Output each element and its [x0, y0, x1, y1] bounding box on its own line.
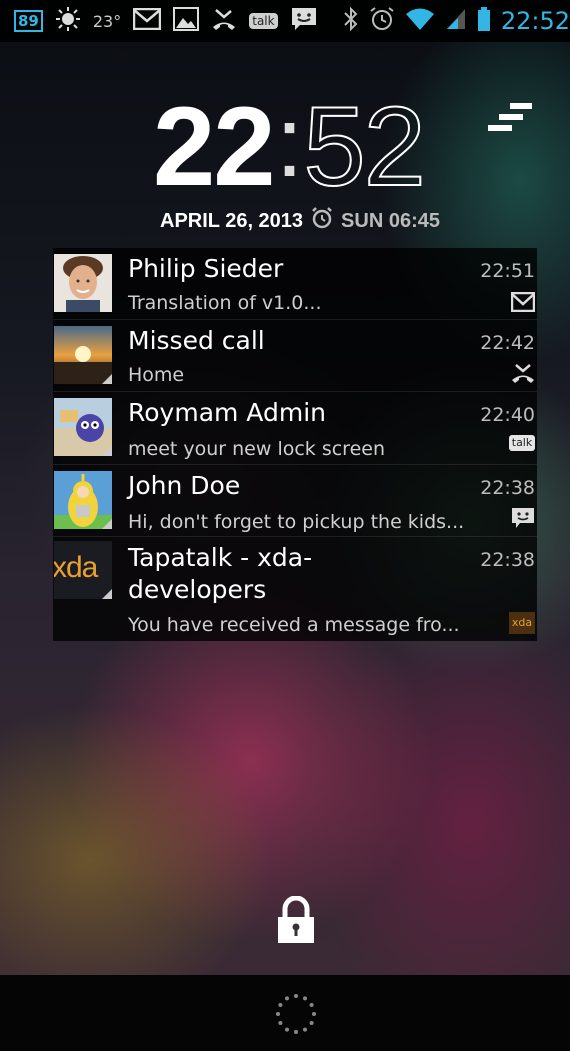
notification-item[interactable]: xda Tapatalk - xda- developers You have … [53, 537, 537, 641]
date-row: APRIL 26, 2013 SUN 06:45 [160, 207, 440, 235]
date-label: APRIL 26, 2013 [160, 209, 304, 232]
tapatalk-icon: xda [509, 612, 535, 634]
clock-minutes: 52 [302, 84, 427, 209]
contact-avatar [54, 326, 112, 384]
next-alarm-label: SUN 06:45 [341, 209, 440, 232]
contact-avatar [54, 254, 112, 312]
notification-subtitle: Translation of v1.0... [128, 292, 322, 314]
notification-subtitle: Home [128, 364, 185, 386]
notification-time: 22:51 [480, 260, 535, 282]
notification-subtitle: You have received a message fro... [128, 614, 460, 636]
menu-icon[interactable] [488, 103, 532, 137]
alarm-icon [369, 6, 395, 36]
notification-item[interactable]: Missed call Home 22:42 [53, 320, 537, 392]
notification-time: 22:38 [480, 549, 535, 571]
notification-item[interactable]: John Doe Hi, don't forget to pickup the … [53, 465, 537, 537]
xda-avatar: xda [54, 541, 112, 599]
lockscreen-clock: 22 : 52 [153, 84, 427, 209]
temperature-label: 23° [92, 11, 122, 31]
notification-title-line2: developers [128, 575, 267, 604]
wifi-icon [405, 7, 435, 35]
notification-subtitle: meet your new lock screen [128, 438, 386, 460]
padlock-icon[interactable] [277, 895, 315, 944]
notification-title: Philip Sieder [128, 254, 284, 283]
notification-time: 22:38 [480, 477, 535, 499]
clock-colon: : [275, 86, 304, 198]
notification-title-line1: Tapatalk - xda- [128, 543, 313, 572]
missed-call-icon [211, 7, 237, 35]
signal-icon [445, 7, 467, 35]
contact-avatar [54, 471, 112, 529]
notification-subtitle: Hi, don't forget to pickup the kids... [128, 511, 465, 533]
notification-list: Philip Sieder Translation of v1.0... 22:… [53, 248, 537, 641]
battery-percent-icon: 89 [14, 10, 43, 32]
status-bar-time: 22:52 [500, 7, 570, 35]
notification-title: John Doe [128, 471, 241, 500]
sms-icon [290, 6, 318, 36]
talk-icon: talk [249, 13, 278, 29]
bluetooth-icon [343, 6, 359, 36]
gallery-icon [173, 7, 200, 35]
contact-avatar [54, 398, 112, 456]
notification-item[interactable]: Philip Sieder Translation of v1.0... 22:… [53, 248, 537, 320]
notification-title: Roymam Admin [128, 398, 326, 427]
talk-icon: talk [509, 435, 535, 457]
alarm-clock-icon [311, 207, 333, 235]
gmail-icon [132, 7, 162, 34]
loading-spinner-icon [274, 992, 318, 1036]
missed-call-icon [511, 362, 535, 384]
status-bar[interactable]: 89 23° talk 22:52 [0, 0, 570, 42]
weather-icon [55, 6, 81, 36]
notification-time: 22:40 [480, 404, 535, 426]
sms-icon [511, 507, 535, 529]
gmail-icon [510, 291, 536, 314]
notification-item[interactable]: Roymam Admin meet your new lock screen 2… [53, 392, 537, 465]
battery-icon [477, 6, 491, 36]
notification-time: 22:42 [480, 332, 535, 354]
clock-hours: 22 [153, 84, 276, 209]
notification-title: Missed call [128, 326, 265, 355]
